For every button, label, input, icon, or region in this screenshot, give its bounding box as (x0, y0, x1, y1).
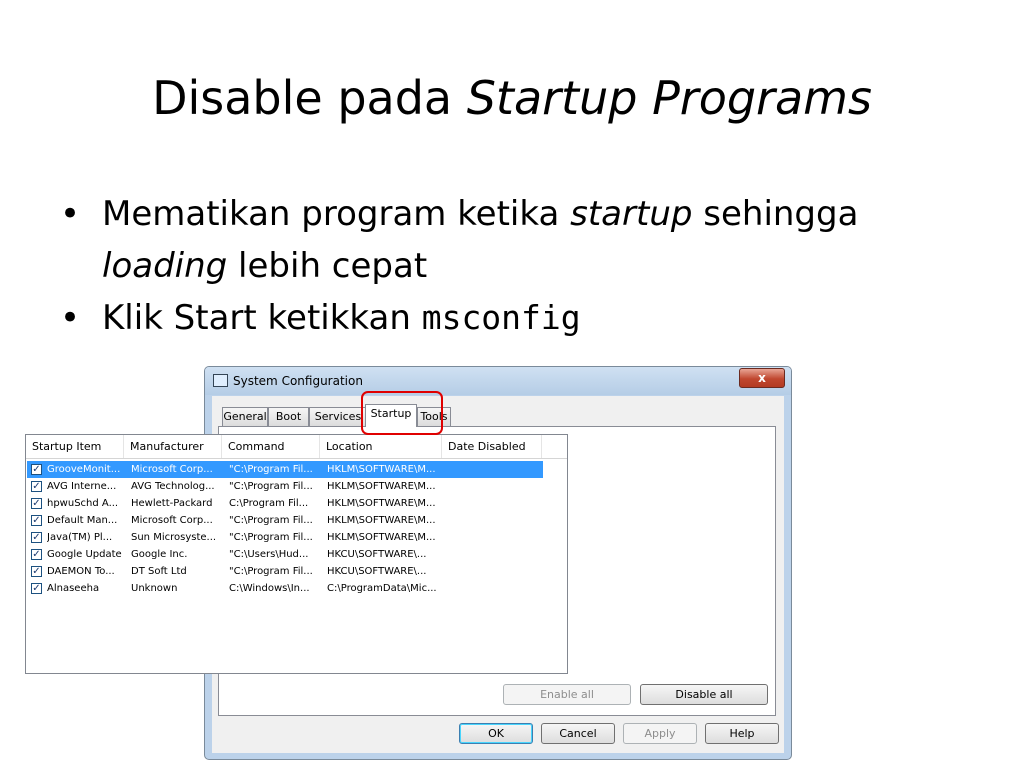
cell-command: C:\Program Fil... (229, 498, 309, 509)
table-row[interactable]: ✓ Java(TM) Pl... Sun Microsyste... "C:\Prog… (27, 529, 543, 546)
cell-location: HKLM\SOFTWARE\M... (327, 481, 436, 492)
bullet2-command: msconfig (421, 298, 581, 337)
cell-command: "C:\Program Fil... (229, 515, 313, 526)
apply-button[interactable]: Apply (623, 723, 697, 744)
cell-manufacturer: Google Inc. (131, 549, 188, 560)
startup-item-checkbox[interactable]: ✓ (31, 481, 42, 492)
table-row[interactable]: ✓ Alnaseeha Unknown C:\Windows\In... C:\Prog… (27, 580, 543, 597)
cell-date (449, 563, 541, 580)
cell-command: "C:\Program Fil... (229, 464, 313, 475)
bullet-dot: • (60, 194, 81, 234)
cell-manufacturer: Hewlett-Packard (131, 498, 213, 509)
slide-title: Disable pada Startup Programs (0, 68, 1024, 128)
cell-command: "C:\Program Fil... (229, 566, 313, 577)
close-button[interactable]: x (739, 368, 785, 388)
cell-item: Google Update (47, 549, 122, 560)
bullet-item-1: • Mematikan program ketika startup sehin… (60, 188, 960, 292)
cell-date (449, 461, 541, 478)
disable-all-button[interactable]: Disable all (640, 684, 768, 705)
cell-date (449, 580, 541, 597)
column-date-disabled[interactable]: Date Disabled (442, 435, 542, 458)
table-row[interactable]: ✓ Google Update Google Inc. "C:\Users\Hud..… (27, 546, 543, 563)
bullet2-text-a: Klik Start ketikkan (102, 298, 422, 338)
bullet1-text-d: loading (102, 246, 228, 286)
bullet1-text-e: lebih cepat (227, 246, 428, 286)
cell-date (449, 529, 541, 546)
cell-item: AVG Interne... (47, 481, 117, 492)
startup-item-checkbox[interactable]: ✓ (31, 498, 42, 509)
cell-item: GrooveMonit... (47, 464, 121, 475)
title-italic: Startup Programs (466, 71, 872, 125)
cell-command: "C:\Program Fil... (229, 481, 313, 492)
cell-date (449, 478, 541, 495)
enable-all-button[interactable]: Enable all (503, 684, 631, 705)
startup-item-checkbox[interactable]: ✓ (31, 583, 42, 594)
cell-command: "C:\Users\Hud... (229, 549, 309, 560)
cell-item: Java(TM) Pl... (47, 532, 113, 543)
cell-location: HKCU\SOFTWARE\... (327, 549, 427, 560)
cell-item: hpwuSchd A... (47, 498, 119, 509)
cell-location: HKLM\SOFTWARE\M... (327, 498, 436, 509)
tab-services[interactable]: Services (309, 407, 367, 426)
cell-manufacturer: Microsoft Corp... (131, 515, 213, 526)
table-row[interactable]: ✓ DAEMON To... DT Soft Ltd "C:\Program Fil.… (27, 563, 543, 580)
startup-list[interactable]: Startup Item Manufacturer Command Locati… (25, 434, 568, 674)
bullet-dot: • (60, 298, 81, 338)
cell-manufacturer: DT Soft Ltd (131, 566, 187, 577)
cell-manufacturer: Microsoft Corp... (131, 464, 213, 475)
column-manufacturer[interactable]: Manufacturer (124, 435, 222, 458)
cell-location: HKLM\SOFTWARE\M... (327, 515, 436, 526)
cell-manufacturer: Sun Microsyste... (131, 532, 217, 543)
startup-item-checkbox[interactable]: ✓ (31, 515, 42, 526)
dialog-titlebar[interactable]: System Configuration x (205, 367, 791, 395)
startup-item-checkbox[interactable]: ✓ (31, 532, 42, 543)
table-row[interactable]: ✓ Default Man... Microsoft Corp... "C:\Prog… (27, 512, 543, 529)
cell-command: "C:\Program Fil... (229, 532, 313, 543)
app-icon (213, 374, 228, 387)
bullet1-text-a: Mematikan program ketika (102, 194, 571, 234)
cell-date (449, 495, 541, 512)
tab-general[interactable]: General (222, 407, 268, 426)
column-startup-item[interactable]: Startup Item (26, 435, 124, 458)
cancel-button[interactable]: Cancel (541, 723, 615, 744)
cell-date (449, 546, 541, 563)
startup-item-checkbox[interactable]: ✓ (31, 464, 42, 475)
cell-date (449, 512, 541, 529)
cell-location: HKLM\SOFTWARE\M... (327, 464, 436, 475)
cell-manufacturer: Unknown (131, 583, 178, 594)
list-header: Startup Item Manufacturer Command Locati… (26, 435, 567, 459)
table-row[interactable]: ✓ AVG Interne... AVG Technolog... "C:\Progr… (27, 478, 543, 495)
title-plain: Disable pada (152, 71, 467, 125)
bullet1-text-b: startup (570, 194, 693, 234)
tab-boot[interactable]: Boot (268, 407, 309, 426)
table-row[interactable]: ✓ GrooveMonit... Microsoft Corp... "C:\Prog… (27, 461, 543, 478)
table-row[interactable]: ✓ hpwuSchd A... Hewlett-Packard C:\Program … (27, 495, 543, 512)
cell-manufacturer: AVG Technolog... (131, 481, 215, 492)
cell-command: C:\Windows\In... (229, 583, 310, 594)
startup-item-checkbox[interactable]: ✓ (31, 566, 42, 577)
startup-tab-highlight (361, 391, 443, 435)
ok-button[interactable]: OK (459, 723, 533, 744)
cell-location: HKLM\SOFTWARE\M... (327, 532, 436, 543)
bullet-item-2: • Klik Start ketikkan msconfig (60, 292, 960, 344)
bullet1-text-c: sehingga (692, 194, 859, 234)
cell-location: C:\ProgramData\Mic... (327, 583, 437, 594)
column-command[interactable]: Command (222, 435, 320, 458)
cell-item: Alnaseeha (47, 583, 100, 594)
bullet-list: • Mematikan program ketika startup sehin… (60, 188, 960, 344)
cell-item: DAEMON To... (47, 566, 115, 577)
startup-item-checkbox[interactable]: ✓ (31, 549, 42, 560)
cell-item: Default Man... (47, 515, 118, 526)
cell-location: HKCU\SOFTWARE\... (327, 566, 427, 577)
column-location[interactable]: Location (320, 435, 442, 458)
help-button[interactable]: Help (705, 723, 779, 744)
dialog-title: System Configuration (233, 374, 363, 388)
